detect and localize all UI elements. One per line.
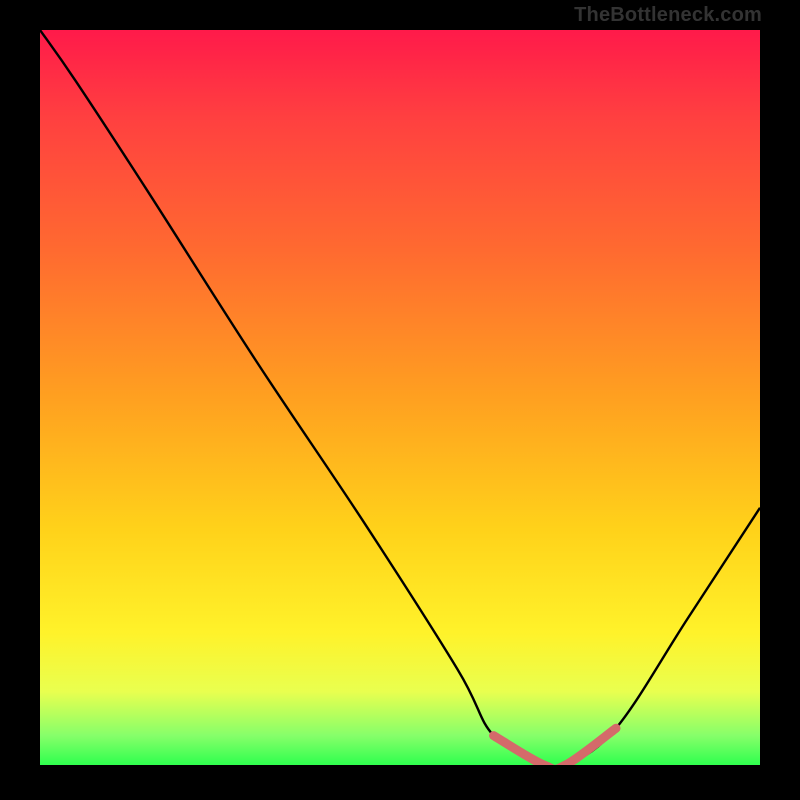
bottleneck-curve-path — [40, 30, 760, 765]
plot-area — [40, 30, 760, 765]
watermark-text: TheBottleneck.com — [574, 4, 762, 27]
highlight-segment-path — [494, 728, 616, 765]
chart-frame: TheBottleneck.com — [0, 0, 800, 800]
chart-svg — [40, 30, 760, 765]
